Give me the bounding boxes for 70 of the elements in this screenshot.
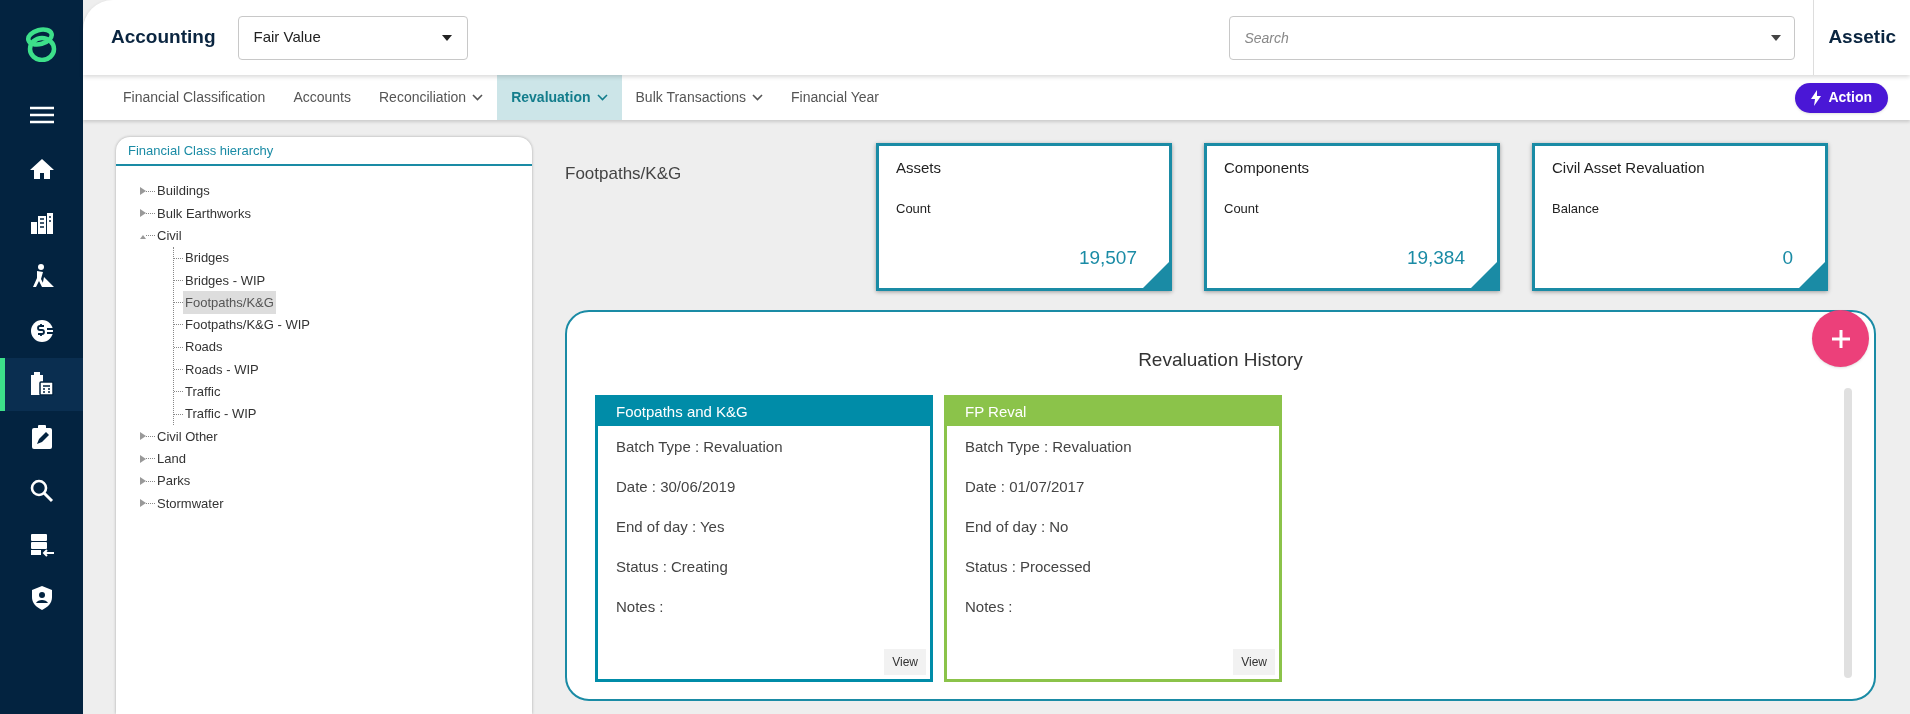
card-detail: Notes : bbox=[616, 597, 665, 616]
corner-marker-icon bbox=[1799, 262, 1825, 288]
expand-toggle-icon[interactable] bbox=[140, 477, 146, 485]
card-detail: Date : 30/06/2019 bbox=[616, 477, 737, 496]
tree-item[interactable]: Bridges - WIP bbox=[183, 270, 268, 291]
sidebar-item[interactable] bbox=[0, 357, 83, 411]
tree-item[interactable]: Stormwater bbox=[155, 493, 226, 514]
dropdown-caret-icon bbox=[441, 34, 452, 41]
tree-item[interactable]: Bulk Earthworks bbox=[155, 203, 253, 224]
card-value: 0 bbox=[1782, 246, 1793, 270]
brand-name: Assetic bbox=[1828, 25, 1896, 50]
tree-item[interactable]: Land bbox=[155, 448, 188, 469]
search-field[interactable]: Search bbox=[1229, 15, 1796, 60]
page-title: Accounting bbox=[111, 25, 216, 50]
tree-item[interactable]: Footpaths/K&G bbox=[183, 290, 276, 315]
card-detail: Batch Type : Revaluation bbox=[965, 437, 1133, 456]
tree-item[interactable]: Traffic bbox=[183, 382, 223, 402]
expand-toggle-icon[interactable] bbox=[140, 209, 146, 218]
card-header: FP Reval bbox=[947, 397, 1279, 426]
nav-tab[interactable]: Reconciliation bbox=[365, 75, 498, 120]
nav-tab[interactable]: Financial Classification bbox=[109, 75, 280, 120]
panel-title: Financial Class hierarchy bbox=[128, 141, 274, 160]
view-button[interactable]: View bbox=[884, 648, 926, 675]
corner-marker-icon bbox=[1143, 262, 1169, 288]
tree-item[interactable]: Roads bbox=[183, 337, 225, 357]
card-title: Assets bbox=[896, 158, 942, 178]
tree-item[interactable]: Bridges bbox=[183, 248, 232, 268]
card-detail: Notes : bbox=[965, 597, 1014, 616]
card-label: Balance bbox=[1552, 199, 1600, 218]
card-title: Civil Asset Revaluation bbox=[1552, 158, 1706, 178]
nav-tab[interactable]: Accounts bbox=[279, 75, 365, 120]
plus-icon bbox=[1830, 328, 1851, 349]
chevron-down-icon bbox=[752, 94, 764, 101]
card-value: 19,384 bbox=[1406, 246, 1465, 270]
nav-tab[interactable]: Bulk Transactions bbox=[621, 75, 778, 120]
card-detail: Batch Type : Revaluation bbox=[616, 437, 784, 456]
module-select[interactable]: Fair Value bbox=[237, 15, 468, 60]
add-button[interactable] bbox=[1812, 310, 1869, 367]
panel-title: Revaluation History bbox=[1138, 349, 1303, 370]
tree-item[interactable]: Civil Other bbox=[155, 426, 220, 447]
view-button[interactable]: View bbox=[1233, 648, 1275, 675]
card-detail: Status : Creating bbox=[616, 557, 729, 576]
expand-toggle-icon[interactable] bbox=[140, 454, 146, 463]
lightning-icon bbox=[1811, 89, 1822, 106]
dropdown-caret-icon bbox=[1771, 34, 1782, 41]
nav-tab[interactable]: Revaluation bbox=[497, 75, 622, 120]
tree-item[interactable]: Civil bbox=[155, 226, 184, 246]
card-label: Count bbox=[896, 199, 932, 218]
tree-item[interactable]: Parks bbox=[155, 471, 193, 491]
chevron-down-icon bbox=[596, 94, 608, 101]
section-title: Footpaths/K&G bbox=[565, 163, 683, 185]
card-title: Components bbox=[1224, 158, 1311, 178]
chevron-down-icon bbox=[472, 94, 484, 101]
card-detail: End of day : No bbox=[965, 517, 1070, 536]
card-detail: End of day : Yes bbox=[616, 517, 726, 536]
card-label: Count bbox=[1224, 199, 1260, 218]
card-detail: Date : 01/07/2017 bbox=[965, 477, 1086, 496]
nav-tab[interactable]: Financial Year bbox=[777, 75, 893, 120]
card-value: 19,507 bbox=[1078, 246, 1137, 270]
expand-toggle-icon[interactable] bbox=[140, 499, 146, 508]
tree-item[interactable]: Buildings bbox=[155, 181, 212, 201]
corner-marker-icon bbox=[1471, 262, 1497, 288]
tree-item[interactable]: Footpaths/K&G - WIP bbox=[183, 315, 312, 335]
expand-toggle-icon[interactable] bbox=[140, 432, 146, 441]
expand-toggle-icon[interactable] bbox=[140, 187, 146, 196]
tree-item[interactable]: Roads - WIP bbox=[183, 359, 261, 380]
card-detail: Status : Processed bbox=[965, 557, 1092, 576]
card-header: Footpaths and K&G bbox=[598, 397, 930, 426]
tree-item[interactable]: Traffic - WIP bbox=[183, 404, 259, 424]
action-button[interactable]: Action bbox=[1795, 82, 1888, 113]
